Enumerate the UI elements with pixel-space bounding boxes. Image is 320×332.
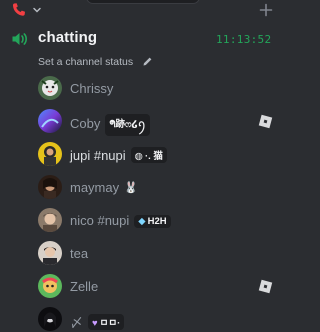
member-name-text: tea xyxy=(70,246,89,261)
pencil-icon[interactable] xyxy=(142,56,153,67)
member-row[interactable]: Coby ᖗ跡ෆ໒ꪆ xyxy=(0,107,290,137)
avatar[interactable] xyxy=(38,208,62,232)
member-name: jupi #nupi ◍ ·. 猫 xyxy=(70,147,167,163)
plus-icon[interactable] xyxy=(259,3,273,17)
avatar[interactable] xyxy=(38,241,62,265)
call-pill[interactable] xyxy=(86,0,200,4)
member-name-text: maymay xyxy=(70,180,120,195)
avatar[interactable] xyxy=(38,307,62,331)
heart-icon: ♥ xyxy=(92,318,98,329)
member-name: maymay 🐰 xyxy=(70,180,138,195)
top-bar xyxy=(0,0,290,22)
avatar[interactable] xyxy=(38,175,62,199)
member-name-text: Coby xyxy=(70,116,101,131)
member-row[interactable]: 〆 ♥ ㅁㅁ· xyxy=(0,305,290,332)
member-name: tea xyxy=(70,246,88,261)
avatar[interactable] xyxy=(38,274,62,298)
voice-channel-header[interactable]: chatting 11:13:52 xyxy=(0,27,290,51)
member-name-text: Chrissy xyxy=(70,81,114,96)
channel-status-placeholder[interactable]: Set a channel status xyxy=(38,56,133,68)
member-name: Chrissy xyxy=(70,81,113,96)
server-tag-text: ·. 猫 xyxy=(144,151,163,162)
server-tag[interactable]: ◍ ·. 猫 xyxy=(130,147,167,163)
member-name: nico #nupi ◆ H2H xyxy=(70,213,171,228)
member-row[interactable]: Chrissy xyxy=(0,74,290,104)
roblox-activity-icon[interactable] xyxy=(258,114,273,129)
avatar[interactable] xyxy=(38,76,62,100)
member-row[interactable]: nico #nupi ◆ H2H xyxy=(0,206,290,236)
member-name-text: Zelle xyxy=(70,279,99,294)
server-tag[interactable]: ♥ ㅁㅁ· xyxy=(88,314,125,330)
member-name: 〆 ♥ ㅁㅁ· xyxy=(70,312,125,331)
member-row[interactable]: tea xyxy=(0,239,290,269)
server-tag-text: H2H xyxy=(147,216,167,227)
avatar[interactable] xyxy=(38,142,62,166)
member-name: Coby ᖗ跡ෆ໒ꪆ xyxy=(70,114,150,136)
member-row[interactable]: jupi #nupi ◍ ·. 猫 xyxy=(0,140,290,170)
server-tag[interactable]: ᖗ跡ෆ໒ꪆ xyxy=(105,114,150,136)
member-name: Zelle xyxy=(70,279,98,294)
diamond-icon: ◆ xyxy=(138,216,146,227)
member-row[interactable]: maymay 🐰 xyxy=(0,173,290,203)
bunny-emoji: 🐰 xyxy=(124,182,138,194)
roblox-activity-icon[interactable] xyxy=(258,279,273,294)
phone-icon[interactable] xyxy=(11,2,27,18)
channel-name[interactable]: chatting xyxy=(38,29,97,46)
channel-status[interactable]: Set a channel status xyxy=(38,53,153,68)
call-timer: 11:13:52 xyxy=(216,33,272,46)
server-tag[interactable]: ◆ H2H xyxy=(134,215,171,228)
server-tag-text: ㅁㅁ· xyxy=(99,318,121,329)
speaker-icon xyxy=(12,33,27,45)
chevron-down-icon[interactable] xyxy=(32,5,42,15)
member-row[interactable]: Zelle xyxy=(0,272,290,302)
tag-badge-icon: ◍ xyxy=(134,151,143,162)
member-name-text: jupi #nupi xyxy=(70,148,126,163)
avatar[interactable] xyxy=(38,109,62,133)
member-name-text: 〆 xyxy=(70,315,84,330)
member-name-text: nico #nupi xyxy=(70,213,130,228)
